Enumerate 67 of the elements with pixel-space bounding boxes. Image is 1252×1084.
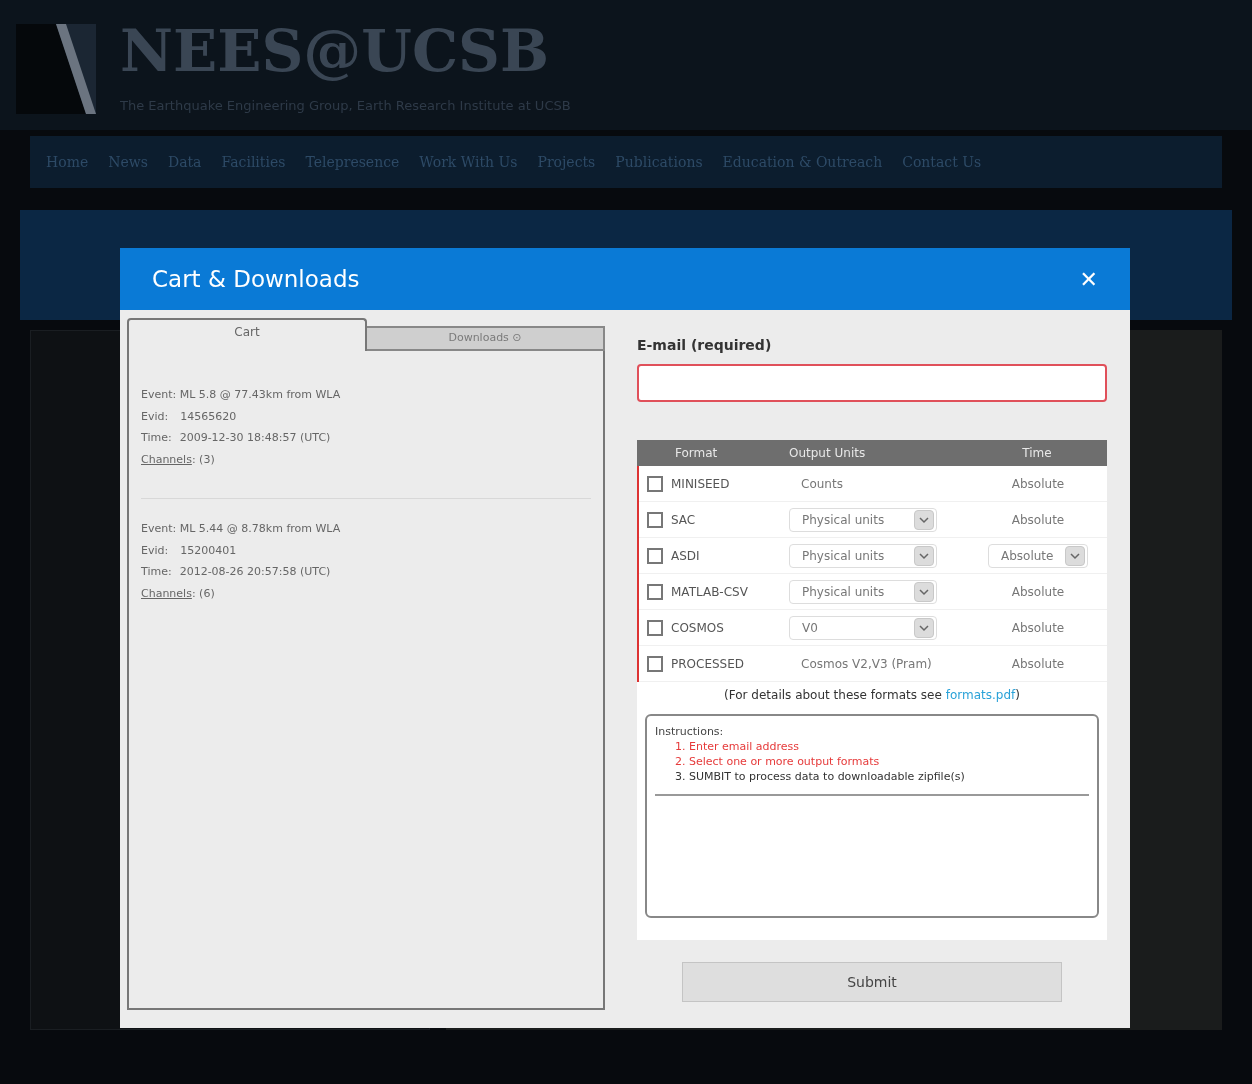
cell-text: Absolute xyxy=(1010,619,1066,637)
channels-count: : (6) xyxy=(191,585,215,602)
format-name: SAC xyxy=(671,511,696,529)
channels-count: : (3) xyxy=(191,451,215,468)
channels-link[interactable]: Channels xyxy=(141,585,192,602)
formats-note: (For details about these formats see xyxy=(724,687,943,704)
formats-note-end: ) xyxy=(1015,687,1020,704)
select-field[interactable]: Physical units xyxy=(789,579,937,604)
checkbox[interactable] xyxy=(647,619,663,636)
select-field[interactable]: Absolute xyxy=(988,543,1088,568)
instruction-step: 1. Enter email address xyxy=(655,739,1089,754)
cell-text: Absolute xyxy=(1010,583,1066,601)
select-field[interactable]: Physical units xyxy=(789,543,937,568)
instructions-title: Instructions: xyxy=(655,724,725,739)
nav-link[interactable]: Data xyxy=(167,151,202,173)
evid-label: Evid: xyxy=(141,408,169,425)
select-field[interactable]: V0 xyxy=(789,615,937,640)
format-name: MATLAB-CSV xyxy=(671,583,748,601)
instruction-step: 3. SUMBIT to process data to downloadable zipfile(s) xyxy=(655,769,1089,784)
column-header: Format xyxy=(674,445,719,462)
format-name: ASDI xyxy=(671,547,700,565)
checkbox[interactable] xyxy=(647,511,663,528)
nav-link[interactable]: Telepresence xyxy=(305,151,400,173)
formats-link[interactable]: formats.pdf xyxy=(945,686,1016,704)
nav-link[interactable]: Contact Us xyxy=(902,151,982,173)
format-name: COSMOS xyxy=(671,619,724,637)
event-title: Event: ML 5.44 @ 8.78km from WLA xyxy=(141,521,342,537)
nav-link[interactable]: News xyxy=(108,151,148,173)
cell-text: Cosmos V2,V3 (Pram) xyxy=(800,655,933,673)
event-title: Event: ML 5.8 @ 77.43km from WLA xyxy=(141,387,342,403)
cell-text: Absolute xyxy=(1010,475,1066,493)
nav-link[interactable]: Facilities xyxy=(221,151,286,173)
close-button[interactable]: ✕ xyxy=(1079,262,1098,296)
time-value: 2012-08-26 20:57:58 (UTC) xyxy=(179,564,331,580)
select-field[interactable]: Physical units xyxy=(789,507,937,532)
evid-value: 14565620 xyxy=(180,408,237,425)
tab[interactable]: Downloads ⊙ xyxy=(367,326,605,351)
format-name: PROCESSED xyxy=(671,655,745,673)
column-header: Time xyxy=(1021,445,1053,462)
time-label: Time: xyxy=(141,430,172,446)
cell-text: Absolute xyxy=(1010,655,1066,673)
evid-label: Evid: xyxy=(141,542,169,559)
tab[interactable]: Cart xyxy=(127,318,367,351)
email-field[interactable] xyxy=(637,364,1107,402)
nav-link[interactable]: Publications xyxy=(615,151,703,173)
cell-text: Absolute xyxy=(1010,511,1066,529)
time-value: 2009-12-30 18:48:57 (UTC) xyxy=(179,430,331,446)
nav-link[interactable]: Work With Us xyxy=(419,151,518,173)
checkbox[interactable] xyxy=(647,475,663,492)
checkbox[interactable] xyxy=(647,547,663,564)
channels-link[interactable]: Channels xyxy=(141,451,192,468)
evid-value: 15200401 xyxy=(180,542,237,559)
nav-link[interactable]: Home xyxy=(46,151,89,173)
logo-icon xyxy=(16,24,96,114)
time-label: Time: xyxy=(141,564,172,580)
submit-button[interactable]: Submit xyxy=(682,962,1062,1002)
checkbox[interactable] xyxy=(647,583,663,600)
dialog-title: Cart & Downloads xyxy=(152,264,360,294)
checkbox[interactable] xyxy=(647,655,663,672)
cell-text: Counts xyxy=(800,475,844,493)
nav-link[interactable]: Projects xyxy=(537,151,596,173)
instruction-step: 2. Select one or more output formats xyxy=(655,754,1089,769)
site-title: NEES@UCSB xyxy=(120,22,550,81)
nav-link[interactable]: Education & Outreach xyxy=(722,151,883,173)
column-header: Output Units xyxy=(788,445,867,462)
format-name: MINISEED xyxy=(671,475,730,493)
email-label: E-mail (required) xyxy=(637,336,773,355)
